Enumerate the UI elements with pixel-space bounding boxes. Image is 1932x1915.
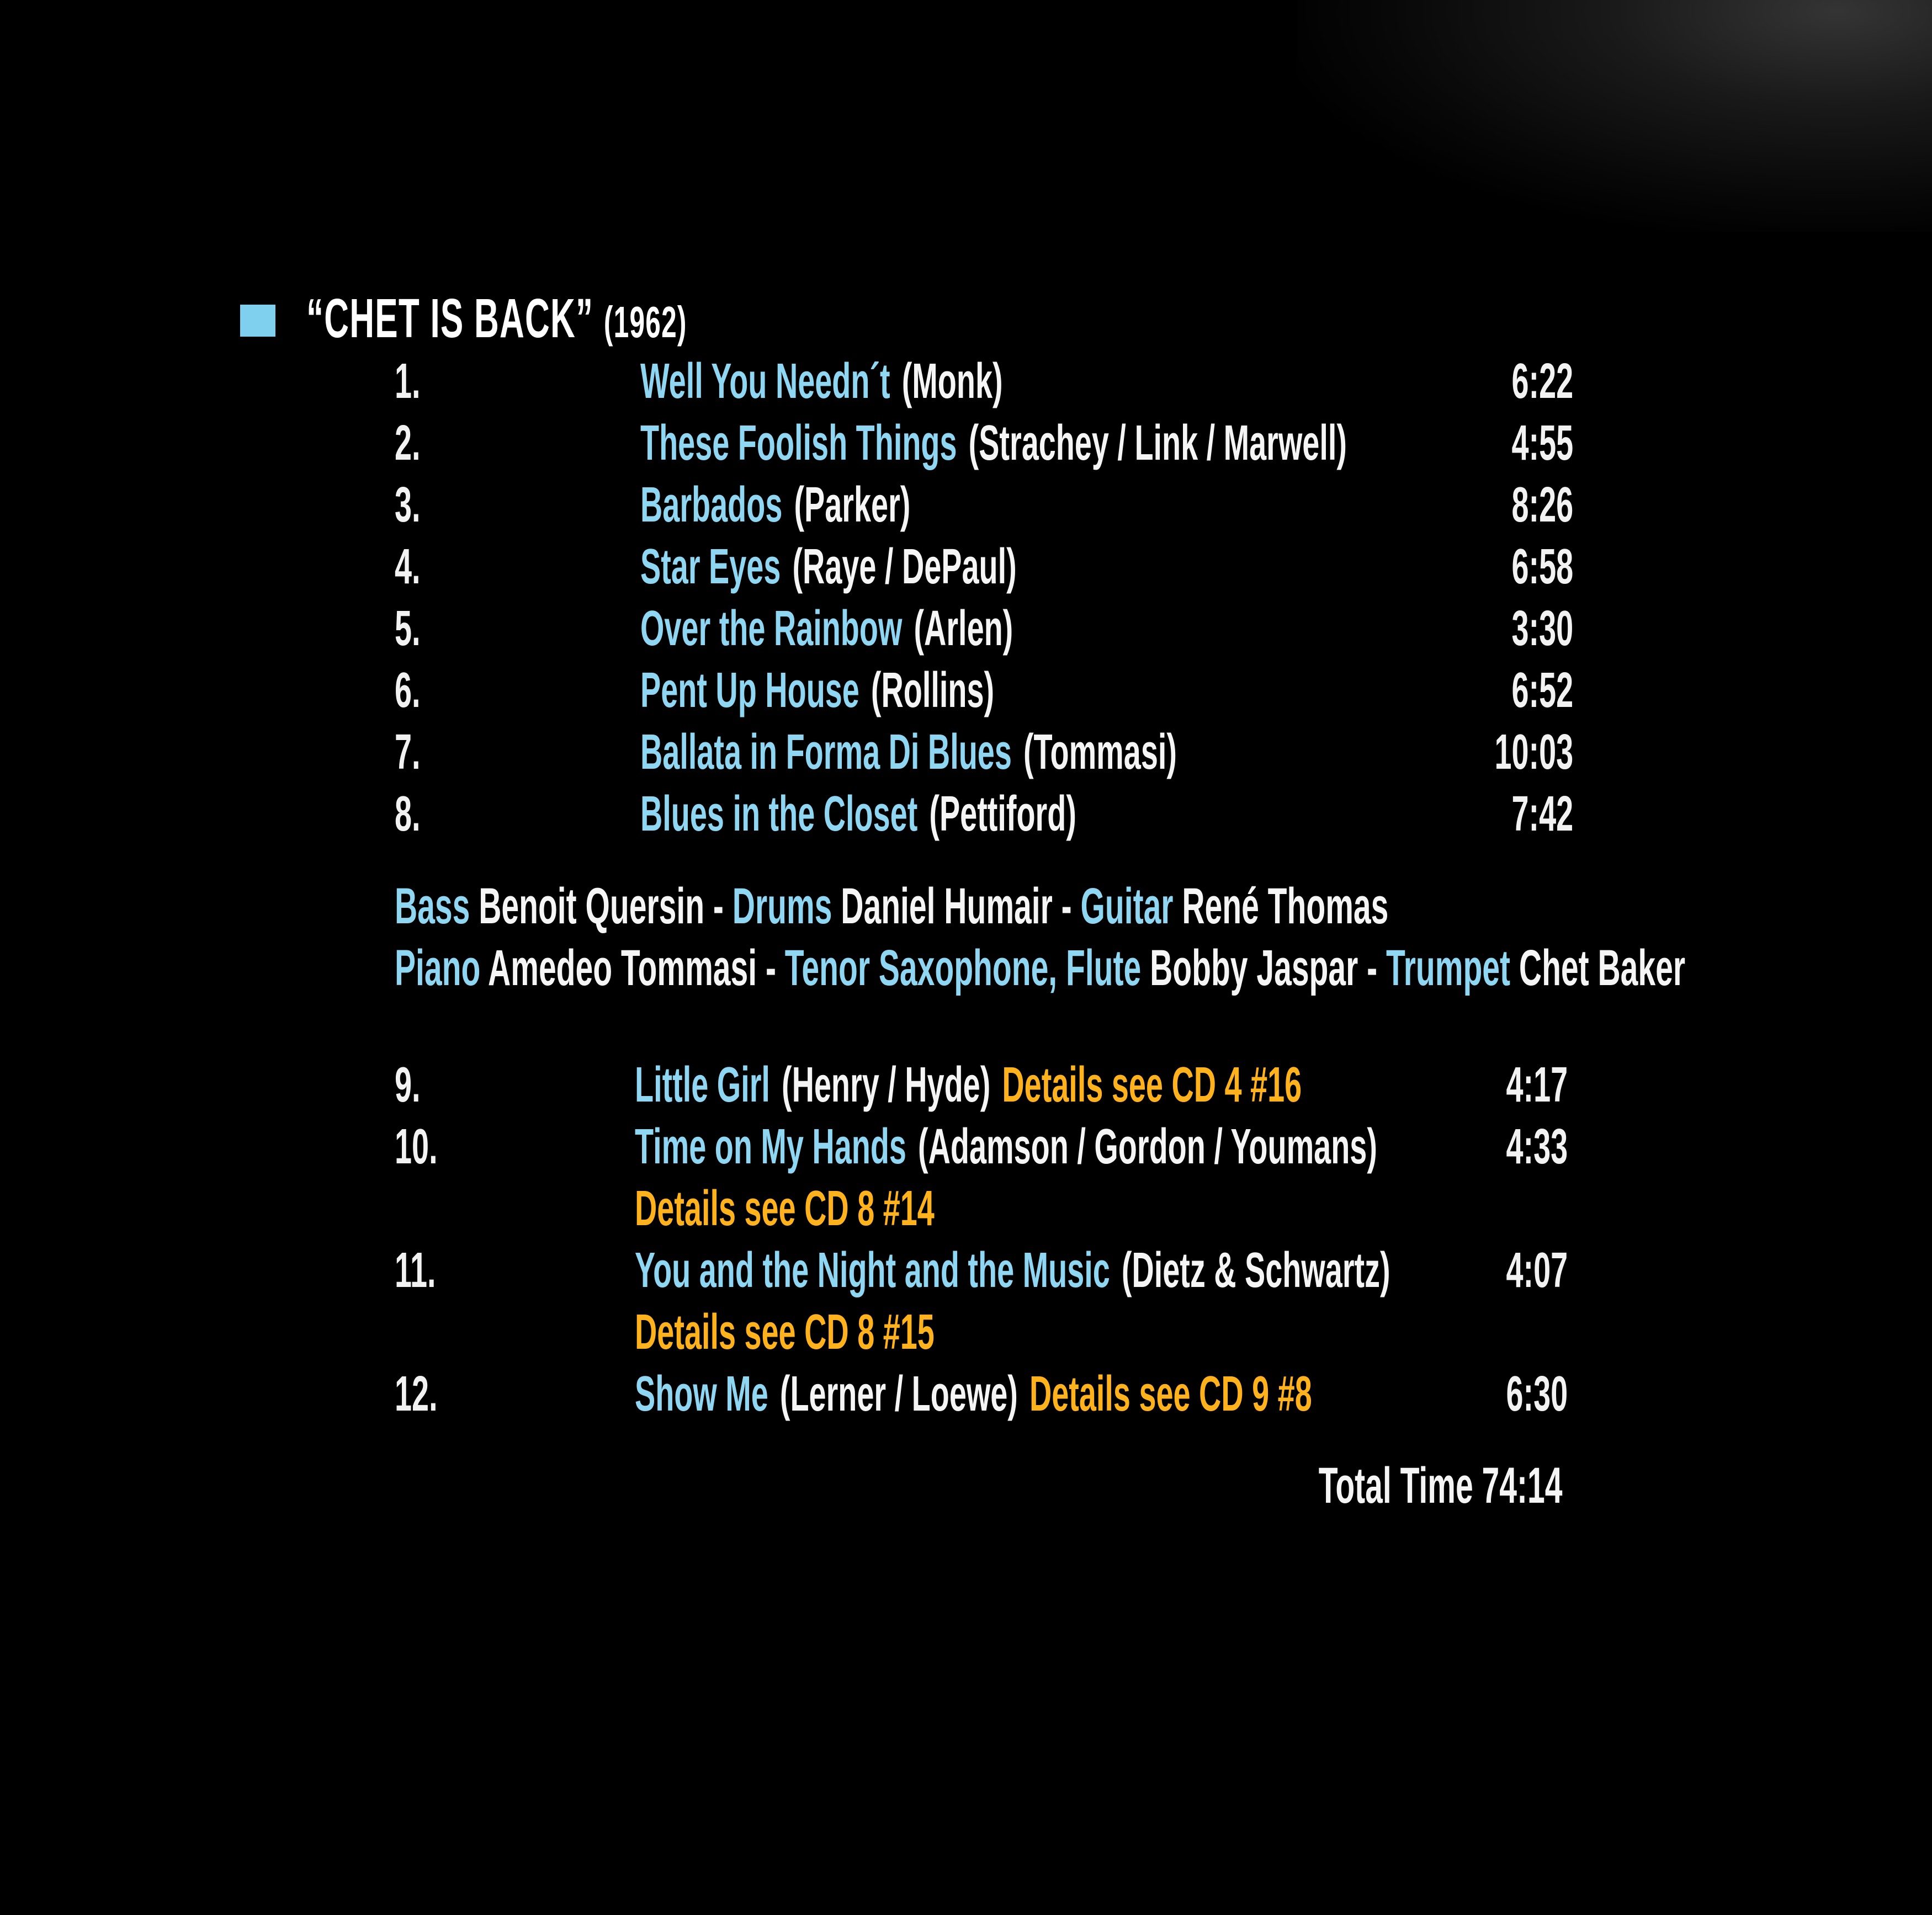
track-row: 10. Time on My Hands (Adamson / Gordon / … (0, 1119, 1932, 1180)
track-title: Pent Up House (640, 663, 859, 718)
track-row: 8. Blues in the Closet (Pettiford) 7:42 (0, 786, 1932, 848)
track-row: 1. Well You Needn´t (Monk) 6:22 (0, 353, 1932, 415)
track-number: 8. (395, 786, 421, 842)
track-details: Details see CD 9 #8 (1029, 1366, 1312, 1422)
track-number: 10. (395, 1119, 438, 1174)
track-title: Over the Rainbow (640, 601, 903, 656)
track-composer: (Dietz & Schwartz) (1121, 1243, 1390, 1298)
track-row: 9. Little Girl (Henry / Hyde) Details see … (0, 1057, 1932, 1119)
track-title: Star Eyes (640, 539, 781, 594)
track-time: 6:22 (1511, 354, 1573, 409)
separator: - (765, 940, 776, 996)
track-title: Barbados (640, 477, 783, 533)
track-title: Little Girl (635, 1057, 770, 1113)
track-time: 10:03 (1494, 725, 1573, 780)
track-row: 6. Pent Up House (Rollins) 6:52 (0, 662, 1932, 724)
personnel-name: Benoit Quersin (479, 878, 705, 934)
track-composer: (Arlen) (914, 601, 1013, 656)
separator: - (1061, 878, 1072, 934)
personnel-role: Tenor Saxophone, Flute (784, 940, 1142, 996)
track-composer: (Adamson / Gordon / Youmans) (918, 1119, 1377, 1174)
track-row: 11. You and the Night and the Music (Diet… (0, 1242, 1932, 1304)
track-time: 4:17 (1506, 1057, 1568, 1113)
track-title: Ballata in Forma Di Blues (640, 725, 1012, 780)
track-time: 3:30 (1511, 601, 1573, 656)
track-time: 6:52 (1511, 663, 1573, 718)
separator: - (713, 878, 724, 934)
track-time: 4:33 (1506, 1119, 1568, 1174)
track-composer: (Raye / DePaul) (792, 539, 1017, 594)
track-composer: (Pettiford) (929, 786, 1076, 842)
track-time: 6:30 (1506, 1366, 1568, 1422)
track-number: 4. (395, 539, 421, 594)
track-row: 3. Barbados (Parker) 8:26 (0, 477, 1932, 539)
track-number: 12. (395, 1366, 438, 1422)
album-title: “CHET IS BACK” (306, 288, 594, 349)
track-details: Details see CD 8 #14 (635, 1181, 935, 1236)
track-number: 6. (395, 663, 421, 718)
personnel-role: Trumpet (1386, 940, 1511, 996)
track-number: 5. (395, 601, 421, 656)
track-composer: (Parker) (794, 477, 911, 533)
personnel-role: Bass (395, 878, 470, 934)
personnel-name: Daniel Humair (841, 878, 1053, 934)
square-bullet-icon (240, 305, 275, 337)
track-details: Details see CD 4 #16 (1002, 1057, 1302, 1113)
track-composer: (Rollins) (871, 663, 995, 718)
track-time: 4:07 (1506, 1243, 1568, 1298)
track-number: 3. (395, 477, 421, 533)
track-title: Time on My Hands (635, 1119, 906, 1174)
track-number: 11. (395, 1243, 436, 1298)
track-composer: (Monk) (901, 354, 1003, 409)
track-row: 5. Over the Rainbow (Arlen) 3:30 (0, 600, 1932, 662)
track-time: 4:55 (1511, 416, 1573, 471)
track-row: 4. Star Eyes (Raye / DePaul) 6:58 (0, 539, 1932, 600)
track-composer: (Henry / Hyde) (781, 1057, 991, 1113)
personnel-role: Guitar (1080, 878, 1174, 934)
personnel-line-2: Piano Amedeo Tommasi - Tenor Saxophone, … (395, 939, 1932, 997)
track-details: Details see CD 8 #15 (635, 1305, 935, 1360)
track-number: 9. (395, 1057, 421, 1113)
personnel-name: René Thomas (1182, 878, 1389, 934)
personnel-line-1: Bass Benoit Quersin - Drums Daniel Humai… (395, 877, 1932, 935)
personnel-name: Bobby Jaspar (1150, 940, 1358, 996)
personnel-role: Piano (395, 940, 481, 996)
track-time: 8:26 (1511, 477, 1573, 533)
track-number: 2. (395, 416, 421, 471)
track-title: Well You Needn´t (640, 354, 890, 409)
track-composer: (Lerner / Loewe) (779, 1366, 1018, 1422)
personnel-name: Chet Baker (1519, 940, 1686, 996)
track-title: Blues in the Closet (640, 786, 918, 842)
track-title: These Foolish Things (640, 416, 957, 471)
album-year: (1962) (603, 297, 687, 347)
track-composer: (Strachey / Link / Marwell) (968, 416, 1347, 471)
track-time: 6:58 (1511, 539, 1573, 594)
track-number: 1. (395, 354, 421, 409)
track-row: 7. Ballata in Forma Di Blues (Tommasi) 10… (0, 724, 1932, 786)
total-time: Total Time 74:14 (1318, 1457, 1562, 1514)
track-row: 2. These Foolish Things (Strachey / Link … (0, 415, 1932, 477)
personnel-role: Drums (732, 878, 832, 934)
track-time: 7:42 (1511, 786, 1573, 842)
track-title: You and the Night and the Music (635, 1243, 1110, 1298)
track-number: 7. (395, 725, 421, 780)
separator: - (1367, 940, 1378, 996)
background-texture (1297, 0, 1932, 232)
personnel-name: Amedeo Tommasi (488, 940, 757, 996)
track-title: Show Me (635, 1366, 768, 1422)
track-row: 12. Show Me (Lerner / Loewe) Details see C… (0, 1366, 1932, 1428)
track-composer: (Tommasi) (1023, 725, 1177, 780)
